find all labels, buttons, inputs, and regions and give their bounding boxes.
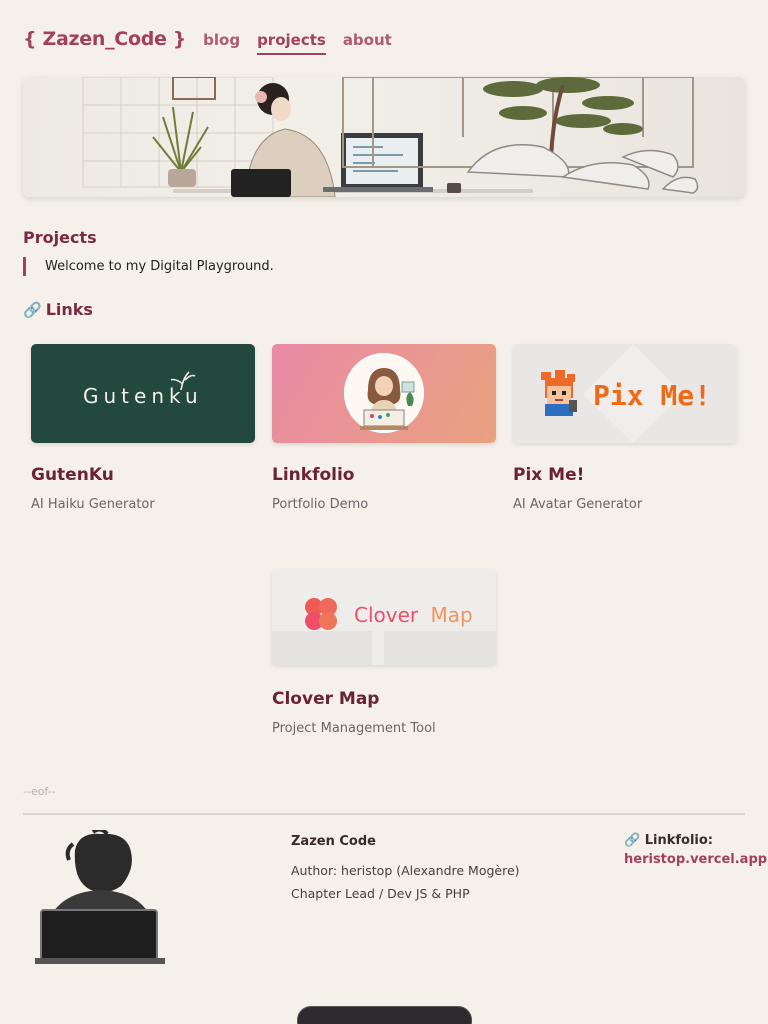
card-subtitle: AI Avatar Generator xyxy=(513,497,643,512)
gutenku-thumbnail[interactable]: Gutenku xyxy=(31,344,255,443)
eof-marker: --eof-- xyxy=(23,785,56,798)
linkfolio-thumbnail[interactable] xyxy=(272,344,496,443)
projects-heading: Projects xyxy=(23,228,97,247)
top-nav: { Zazen_Code } blog projects about xyxy=(23,28,392,55)
project-card-linkfolio[interactable]: Linkfolio Portfolio Demo xyxy=(272,344,496,512)
footer-role: Chapter Lead / Dev JS & PHP xyxy=(291,886,470,901)
author-avatar xyxy=(35,830,165,964)
project-card-clovermap[interactable]: Clover Map Clover Map Project Management… xyxy=(272,569,496,736)
clovermap-thumbnail[interactable]: Clover Map xyxy=(272,569,496,665)
svg-text:Clover Map: Clover Map xyxy=(354,603,473,627)
pixme-logo: Pix Me! xyxy=(541,344,711,443)
card-title[interactable]: Pix Me! xyxy=(513,465,737,485)
clovermap-logo-text-b: Map xyxy=(430,603,472,627)
welcome-quote: Welcome to my Digital Playground. xyxy=(23,257,274,276)
clovermap-logo: Clover Map xyxy=(272,598,496,665)
card-title[interactable]: Clover Map xyxy=(272,689,496,709)
card-title[interactable]: GutenKu xyxy=(31,465,255,485)
footer-link-label: 🔗 Linkfolio: xyxy=(624,833,767,848)
clover-icon xyxy=(305,598,337,630)
link-icon: 🔗 xyxy=(624,833,641,848)
linkfolio-avatar xyxy=(344,353,424,433)
gutenku-logo-text: Gutenku xyxy=(83,384,203,408)
clovermap-logo-text-a: Clover xyxy=(354,603,419,627)
footer-link-label-text: Linkfolio: xyxy=(644,833,713,848)
project-card-gutenku[interactable]: Gutenku GutenKu AI Haiku Generator xyxy=(31,344,255,512)
card-title[interactable]: Linkfolio xyxy=(272,465,496,485)
link-icon: 🔗 xyxy=(23,300,42,319)
pixel-avatar-icon xyxy=(541,370,577,416)
footer-link-url[interactable]: heristop.vercel.app xyxy=(624,852,767,867)
card-subtitle: Portfolio Demo xyxy=(272,497,369,512)
pixme-thumbnail[interactable]: Pix Me! xyxy=(513,344,737,443)
project-card-pixme[interactable]: Pix Me! Pix Me! AI Avatar Generator xyxy=(513,344,737,512)
links-heading: 🔗 Links xyxy=(23,300,93,319)
site-logo[interactable]: { Zazen_Code } xyxy=(23,28,186,50)
pixme-logo-text: Pix Me! xyxy=(593,379,711,412)
gutenku-logo: Gutenku xyxy=(83,371,203,408)
nav-link-blog[interactable]: blog xyxy=(203,31,240,53)
card-subtitle: Project Management Tool xyxy=(272,721,436,736)
card-subtitle: AI Haiku Generator xyxy=(31,497,155,512)
links-heading-label: Links xyxy=(45,300,93,319)
footer-links: 🔗 Linkfolio: heristop.vercel.app xyxy=(624,833,767,867)
bottom-dock[interactable] xyxy=(297,1006,472,1024)
nav-link-about[interactable]: about xyxy=(343,31,392,53)
hero-banner xyxy=(23,77,745,197)
footer-divider xyxy=(23,813,745,815)
nav-link-projects[interactable]: projects xyxy=(257,31,326,55)
footer-author: Author: heristop (Alexandre Mogère) xyxy=(291,863,520,878)
hero-illustration xyxy=(82,77,699,197)
footer-site-name: Zazen Code xyxy=(291,834,376,849)
